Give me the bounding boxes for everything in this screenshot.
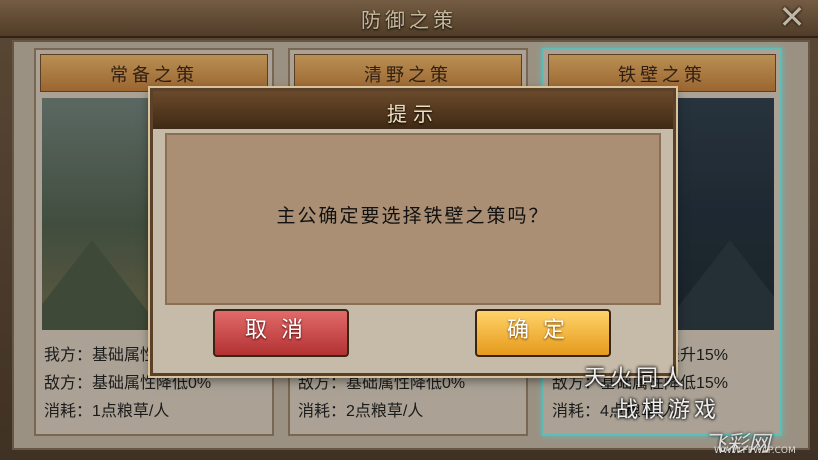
dialog-title: 提示 (387, 102, 439, 126)
site-url: WWW.FPWAP.COM (714, 446, 796, 456)
watermark-text: 战棋游戏 (616, 398, 721, 423)
watermark-text: 天火同人 (584, 366, 689, 391)
dialog-body: 主公确定要选择铁壁之策吗？ (165, 133, 661, 305)
cancel-button[interactable]: 取消 (213, 309, 349, 357)
dialog-header: 提示 (153, 91, 673, 129)
confirm-dialog: 提示 主公确定要选择铁壁之策吗？ 取消 确定 (150, 88, 676, 376)
confirm-button[interactable]: 确定 (475, 309, 611, 357)
dialog-message: 主公确定要选择铁壁之策吗？ (276, 205, 550, 227)
